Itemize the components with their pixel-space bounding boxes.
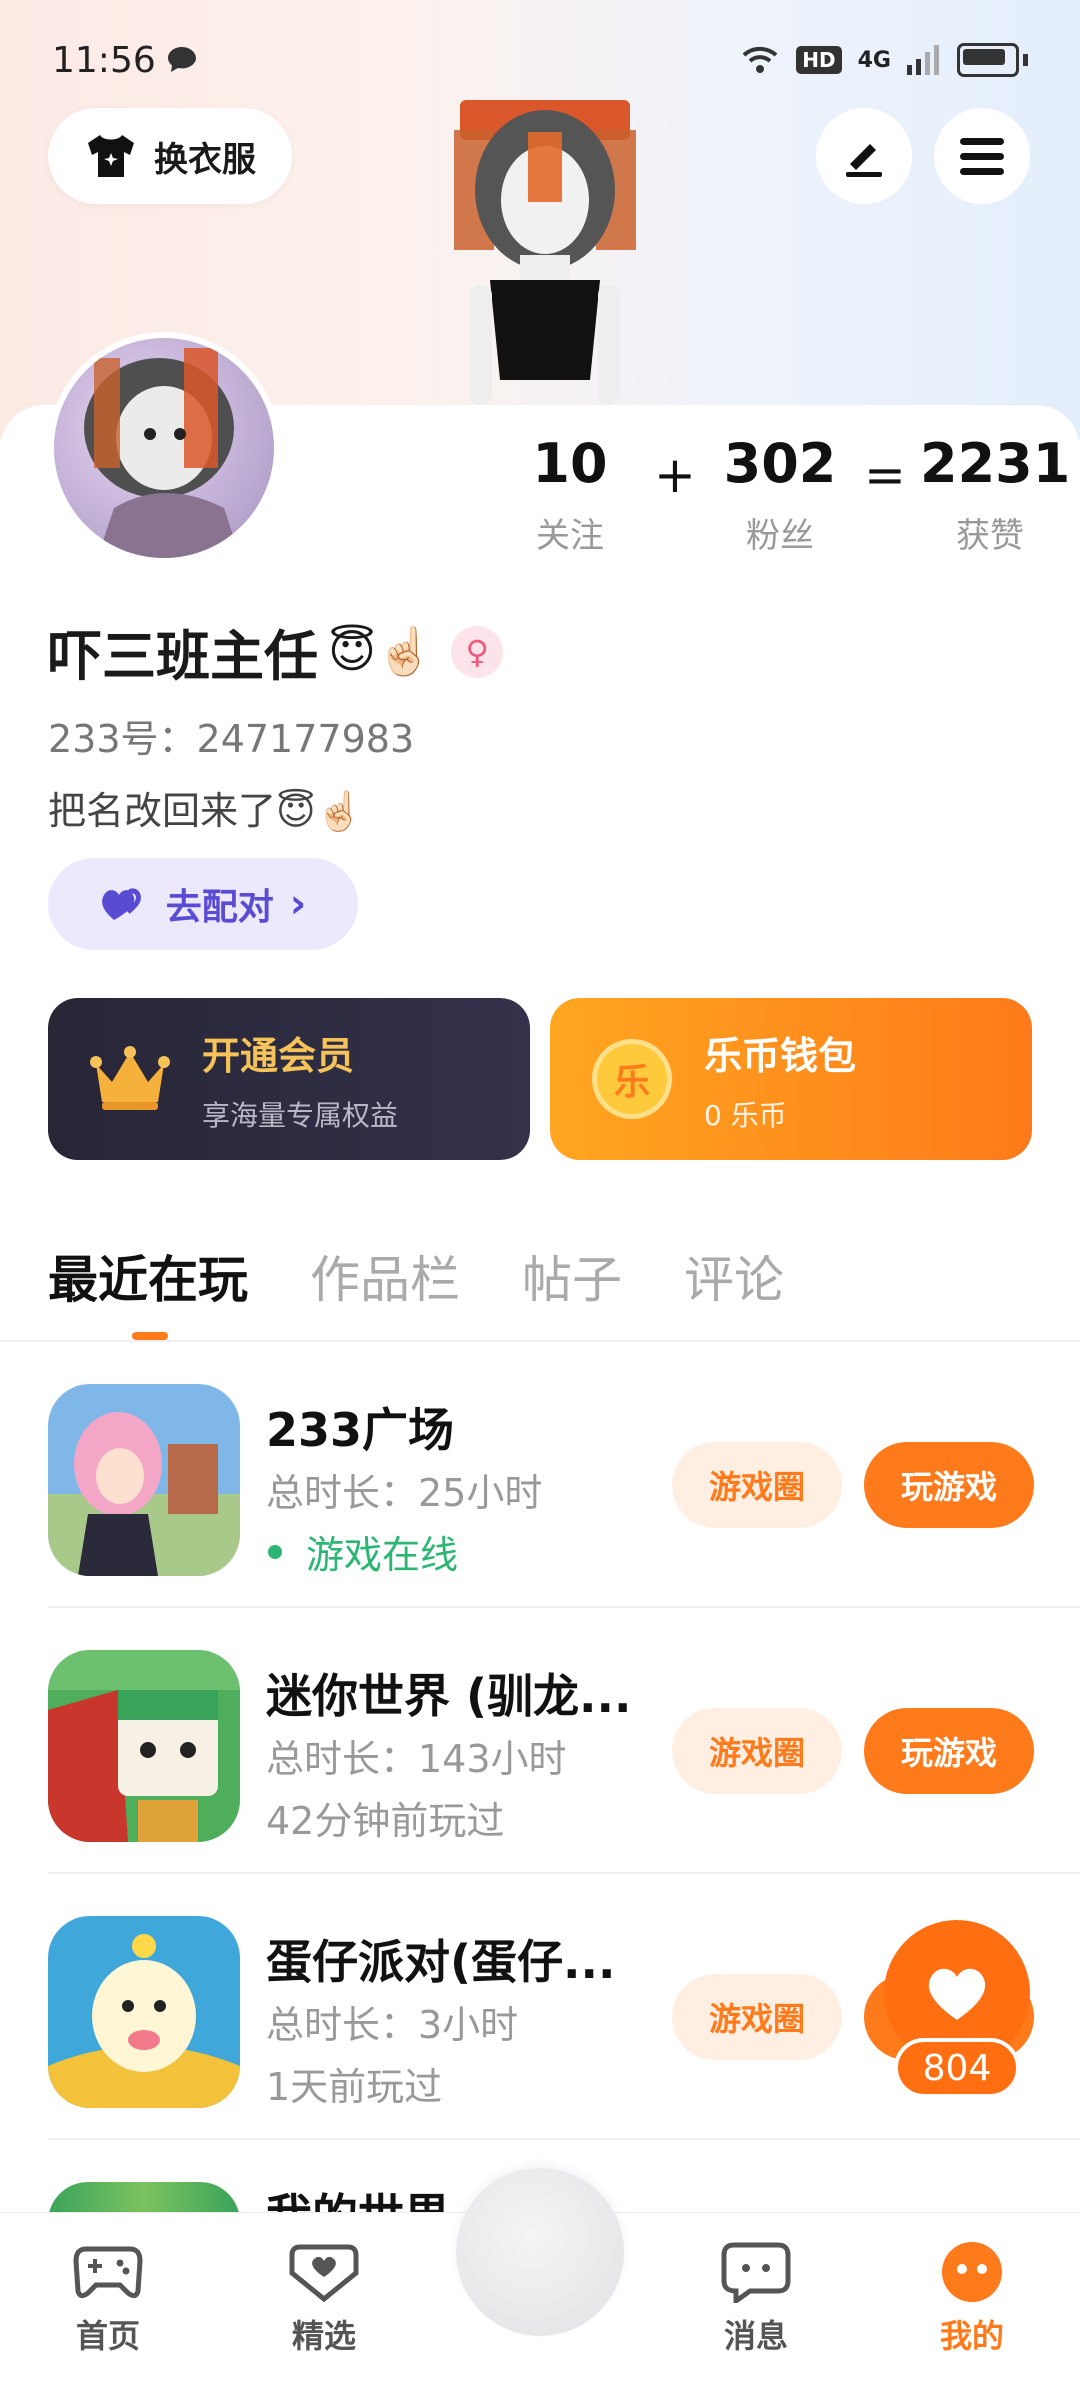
- online-dot-icon: [268, 1544, 282, 1559]
- change-outfit-label: 换衣服: [154, 139, 256, 180]
- stat-likes-value: 2231: [920, 432, 1071, 495]
- game-online-label: 游戏在线: [306, 1533, 459, 1577]
- crown-icon: [90, 1039, 170, 1119]
- tab-recently-played[interactable]: 最近在玩: [48, 1240, 248, 1312]
- battery-cap: [1023, 54, 1028, 66]
- avatar-3d-figure[interactable]: [440, 80, 650, 410]
- stat-following[interactable]: 10 关注: [500, 432, 640, 557]
- user-bio-emoji: 😇☝🏻: [276, 789, 363, 833]
- game-circle-button[interactable]: 游戏圈: [672, 1974, 842, 2060]
- game-online-status: 游戏在线: [266, 1524, 458, 1579]
- stat-following-label: 关注: [536, 516, 604, 556]
- chat-icon: [721, 2242, 791, 2306]
- female-gender-icon: ♀: [451, 625, 504, 678]
- game-playtime: 总时长：3小时: [266, 2003, 519, 2047]
- game-title: 233广场: [266, 1403, 455, 1457]
- stat-equals-sign: =: [864, 446, 906, 504]
- nav-messages[interactable]: 消息: [686, 2241, 826, 2357]
- hamburger-menu-icon: [960, 138, 1004, 175]
- nav-featured-label: 精选: [291, 2317, 356, 2355]
- nav-messages-label: 消息: [723, 2317, 788, 2355]
- user-id[interactable]: 233号：247177983: [48, 708, 414, 763]
- play-game-button[interactable]: 玩游戏: [864, 1708, 1034, 1794]
- stat-fans[interactable]: 302 粉丝: [710, 432, 850, 557]
- profile-name-row: 吓三班主任 😇☝🏻 ♀: [48, 612, 504, 691]
- stat-fans-label: 粉丝: [746, 516, 814, 556]
- go-match-button[interactable]: 去配对 ›: [48, 858, 358, 950]
- vip-membership-card[interactable]: 开通会员 享海量专属权益: [48, 998, 530, 1160]
- menu-button[interactable]: [934, 108, 1030, 204]
- network-type: 4G: [857, 47, 891, 73]
- game-last-played: 42分钟前玩过: [266, 1799, 505, 1843]
- tshirt-icon: [88, 135, 134, 177]
- avatar-portrait: [84, 348, 241, 558]
- username-emoji: 😇☝🏻: [328, 624, 434, 678]
- edit-profile-button[interactable]: [816, 108, 912, 204]
- nav-home-label: 首页: [75, 2317, 140, 2355]
- heart-box-icon: [289, 2244, 359, 2303]
- tab-works[interactable]: 作品栏: [310, 1240, 460, 1312]
- game-icon-233-plaza: [48, 1384, 240, 1576]
- nav-featured[interactable]: 精选: [254, 2241, 394, 2357]
- coin-icon-char: 乐: [613, 1062, 650, 1103]
- floating-like-button[interactable]: 804: [884, 1920, 1030, 2100]
- center-avatar-button[interactable]: [456, 2168, 624, 2336]
- profile-avatar[interactable]: [48, 332, 280, 564]
- game-row[interactable]: 迷你世界 (驯龙... 总时长：143小时 42分钟前玩过 游戏圈 玩游戏: [48, 1608, 1080, 1874]
- vip-subtitle: 享海量专属权益: [202, 1098, 399, 1132]
- vip-title: 开通会员: [202, 1033, 355, 1078]
- game-title: 迷你世界 (驯龙...: [266, 1669, 632, 1723]
- hd-badge: HD: [796, 46, 842, 74]
- coin-icon: 乐: [592, 1039, 672, 1119]
- heart-icon: [928, 1968, 986, 2020]
- profile-tabs: 最近在玩 作品栏 帖子 评论: [48, 1240, 784, 1312]
- nav-me[interactable]: 我的: [902, 2241, 1042, 2357]
- user-bio: 把名改回来了😇☝🏻: [48, 780, 363, 835]
- stat-plus-sign: +: [654, 446, 696, 504]
- game-last-played: 1天前玩过: [266, 2065, 443, 2109]
- play-game-button[interactable]: 玩游戏: [864, 1442, 1034, 1528]
- wallet-balance: 0 乐币: [704, 1098, 787, 1132]
- wallet-title: 乐币钱包: [704, 1033, 857, 1078]
- change-outfit-button[interactable]: 换衣服: [48, 108, 292, 204]
- row-divider: [48, 2138, 1080, 2140]
- go-match-label: 去配对: [165, 887, 274, 928]
- chevron-right-icon: ›: [289, 881, 307, 927]
- game-circle-button[interactable]: 游戏圈: [672, 1442, 842, 1528]
- game-playtime: 总时长：25小时: [266, 1471, 543, 1515]
- tab-posts[interactable]: 帖子: [522, 1240, 622, 1312]
- coin-wallet-card[interactable]: 乐 乐币钱包 0 乐币: [550, 998, 1032, 1160]
- game-icon-eggy-party: [48, 1916, 240, 2108]
- status-time: 11:56: [52, 39, 156, 81]
- game-row[interactable]: 233广场 总时长：25小时 游戏在线 游戏圈 玩游戏: [48, 1342, 1080, 1608]
- stat-following-value: 10: [532, 432, 608, 495]
- battery-icon: [957, 43, 1019, 77]
- chat-bubble-icon: [167, 47, 196, 72]
- stat-likes[interactable]: 2231 获赞: [920, 432, 1071, 557]
- profile-stats: 10 关注 + 302 粉丝 = 2231 获赞: [500, 432, 1071, 557]
- wifi-icon: [742, 46, 778, 73]
- game-title: 蛋仔派对(蛋仔...: [266, 1935, 616, 1989]
- stat-fans-value: 302: [723, 432, 837, 495]
- game-playtime: 总时长：143小时: [266, 1737, 567, 1781]
- nav-me-label: 我的: [939, 2317, 1004, 2355]
- game-icon-mini-world: [48, 1650, 240, 1842]
- active-tab-indicator: [132, 1332, 168, 1340]
- pencil-icon: [846, 144, 882, 177]
- game-circle-button[interactable]: 游戏圈: [672, 1708, 842, 1794]
- signal-icon: [907, 45, 939, 75]
- user-bio-text: 把名改回来了: [48, 789, 277, 833]
- username: 吓三班主任: [48, 625, 318, 688]
- gamepad-icon: [73, 2246, 143, 2299]
- like-count: 804: [894, 2038, 1020, 2098]
- profile-face-icon: [942, 2242, 1002, 2302]
- double-heart-icon: [101, 888, 141, 920]
- nav-home[interactable]: 首页: [38, 2241, 178, 2357]
- stat-likes-label: 获赞: [956, 516, 1024, 556]
- tab-comments[interactable]: 评论: [684, 1240, 784, 1312]
